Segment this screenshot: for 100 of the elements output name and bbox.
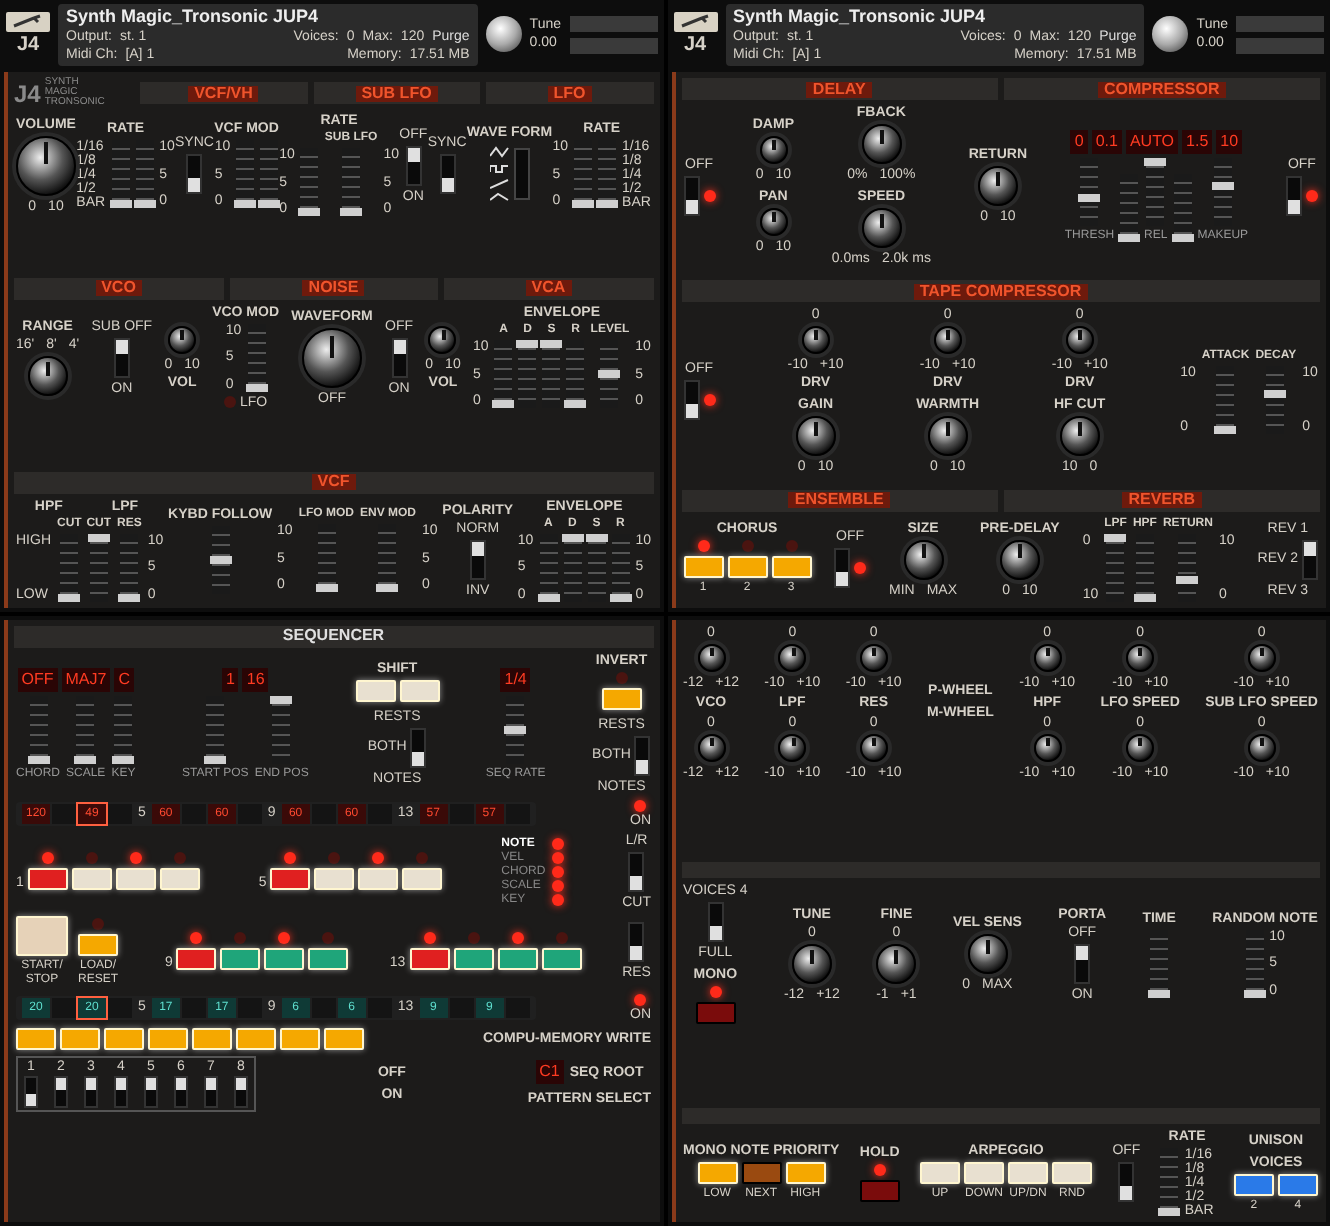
fader-thumb[interactable] bbox=[245, 383, 268, 392]
toggle-switch[interactable] bbox=[628, 851, 645, 891]
fader-thumb[interactable] bbox=[270, 695, 293, 703]
toggle-switch[interactable] bbox=[144, 1075, 158, 1107]
knob[interactable] bbox=[801, 326, 830, 355]
toggle-switch[interactable] bbox=[707, 902, 724, 943]
knob[interactable] bbox=[1033, 733, 1062, 761]
knob[interactable] bbox=[876, 943, 917, 984]
knob[interactable] bbox=[933, 326, 962, 355]
toggle-switch[interactable] bbox=[410, 727, 427, 767]
knob[interactable] bbox=[861, 208, 902, 248]
fader-thumb[interactable] bbox=[258, 200, 281, 208]
tune-knob[interactable] bbox=[1152, 16, 1189, 52]
fader-thumb[interactable] bbox=[1171, 234, 1194, 242]
fader-thumb[interactable] bbox=[27, 755, 49, 763]
knob[interactable] bbox=[1059, 416, 1100, 457]
toggle-switch[interactable] bbox=[54, 1075, 68, 1107]
fader-thumb[interactable] bbox=[572, 200, 595, 208]
knob[interactable] bbox=[778, 643, 807, 671]
fader-thumb[interactable] bbox=[112, 755, 135, 763]
fader-thumb[interactable] bbox=[340, 208, 363, 216]
toggle-switch[interactable] bbox=[24, 1075, 38, 1107]
fader-thumb[interactable] bbox=[1264, 389, 1287, 398]
toggle-switch[interactable] bbox=[628, 922, 645, 962]
knob[interactable] bbox=[697, 643, 725, 671]
fader-thumb[interactable] bbox=[87, 533, 110, 541]
fader-thumb[interactable] bbox=[516, 340, 539, 349]
knob[interactable] bbox=[1065, 326, 1094, 355]
fader-thumb[interactable] bbox=[109, 200, 132, 208]
step-cell[interactable] bbox=[237, 803, 262, 823]
step-cell[interactable] bbox=[367, 803, 392, 823]
step-cell[interactable] bbox=[181, 803, 206, 823]
knob[interactable] bbox=[1126, 643, 1155, 671]
fader-thumb[interactable] bbox=[598, 370, 621, 379]
knob[interactable] bbox=[999, 539, 1040, 579]
toggle-switch[interactable] bbox=[1118, 1162, 1135, 1202]
step-cell[interactable] bbox=[311, 997, 336, 1017]
fader-thumb[interactable] bbox=[492, 400, 515, 409]
step-cell[interactable] bbox=[108, 803, 132, 823]
toggle-switch[interactable] bbox=[834, 548, 850, 588]
fader-thumb[interactable] bbox=[1104, 533, 1127, 541]
fader-thumb[interactable] bbox=[1243, 989, 1266, 998]
knob[interactable] bbox=[759, 208, 788, 236]
step-cell[interactable] bbox=[52, 803, 76, 823]
toggle-switch[interactable] bbox=[683, 175, 699, 215]
toggle-switch[interactable] bbox=[1285, 175, 1302, 215]
fader-thumb[interactable] bbox=[609, 593, 632, 601]
wrench-icon[interactable] bbox=[673, 12, 717, 32]
knob[interactable] bbox=[1126, 733, 1155, 761]
knob[interactable] bbox=[903, 539, 943, 579]
step-cell[interactable] bbox=[367, 997, 392, 1017]
fader-thumb[interactable] bbox=[585, 533, 608, 541]
knob[interactable] bbox=[859, 733, 888, 761]
knob[interactable] bbox=[859, 643, 888, 671]
fader-thumb[interactable] bbox=[118, 593, 141, 601]
fader-thumb[interactable] bbox=[596, 200, 619, 208]
knob[interactable] bbox=[861, 124, 902, 164]
fader-thumb[interactable] bbox=[298, 208, 321, 216]
fader-thumb[interactable] bbox=[234, 200, 257, 208]
toggle-switch[interactable] bbox=[234, 1075, 248, 1107]
step-cell[interactable] bbox=[181, 997, 206, 1017]
fader-thumb[interactable] bbox=[1158, 1208, 1181, 1216]
knob[interactable] bbox=[967, 934, 1008, 975]
fader-thumb[interactable] bbox=[315, 584, 338, 592]
fader-thumb[interactable] bbox=[504, 725, 527, 733]
knob[interactable] bbox=[778, 733, 807, 761]
fader-thumb[interactable] bbox=[133, 200, 156, 208]
toggle-switch[interactable] bbox=[634, 735, 651, 775]
knob[interactable] bbox=[791, 943, 832, 984]
tune-knob[interactable] bbox=[485, 16, 522, 52]
toggle-switch[interactable] bbox=[186, 154, 203, 194]
fader-thumb[interactable] bbox=[1176, 575, 1199, 583]
knob[interactable] bbox=[428, 325, 457, 354]
fader-thumb[interactable] bbox=[540, 340, 563, 349]
step-cell[interactable] bbox=[108, 997, 132, 1017]
knob[interactable] bbox=[927, 416, 968, 457]
step-cell[interactable] bbox=[505, 997, 530, 1017]
knob[interactable] bbox=[795, 416, 836, 457]
fader-thumb[interactable] bbox=[204, 755, 227, 763]
toggle-switch[interactable] bbox=[174, 1075, 188, 1107]
knob[interactable] bbox=[977, 166, 1018, 206]
toggle-switch[interactable] bbox=[391, 337, 407, 378]
fader-thumb[interactable] bbox=[561, 533, 584, 541]
knob[interactable] bbox=[1247, 733, 1276, 761]
knob[interactable] bbox=[1247, 643, 1276, 671]
fader-thumb[interactable] bbox=[376, 584, 399, 592]
step-cell[interactable] bbox=[237, 997, 262, 1017]
toggle-switch[interactable] bbox=[683, 380, 699, 421]
toggle-switch[interactable] bbox=[439, 154, 456, 194]
toggle-switch[interactable] bbox=[1302, 539, 1318, 579]
wrench-icon[interactable] bbox=[6, 12, 50, 32]
fader-thumb[interactable] bbox=[1144, 158, 1167, 166]
step-cell[interactable] bbox=[311, 803, 336, 823]
knob[interactable] bbox=[168, 325, 197, 354]
step-cell[interactable] bbox=[505, 803, 530, 823]
toggle-switch[interactable] bbox=[114, 1075, 128, 1107]
toggle-switch[interactable] bbox=[84, 1075, 98, 1107]
knob[interactable] bbox=[16, 135, 76, 195]
fader-thumb[interactable] bbox=[74, 755, 97, 763]
fader-thumb[interactable] bbox=[1148, 989, 1171, 998]
